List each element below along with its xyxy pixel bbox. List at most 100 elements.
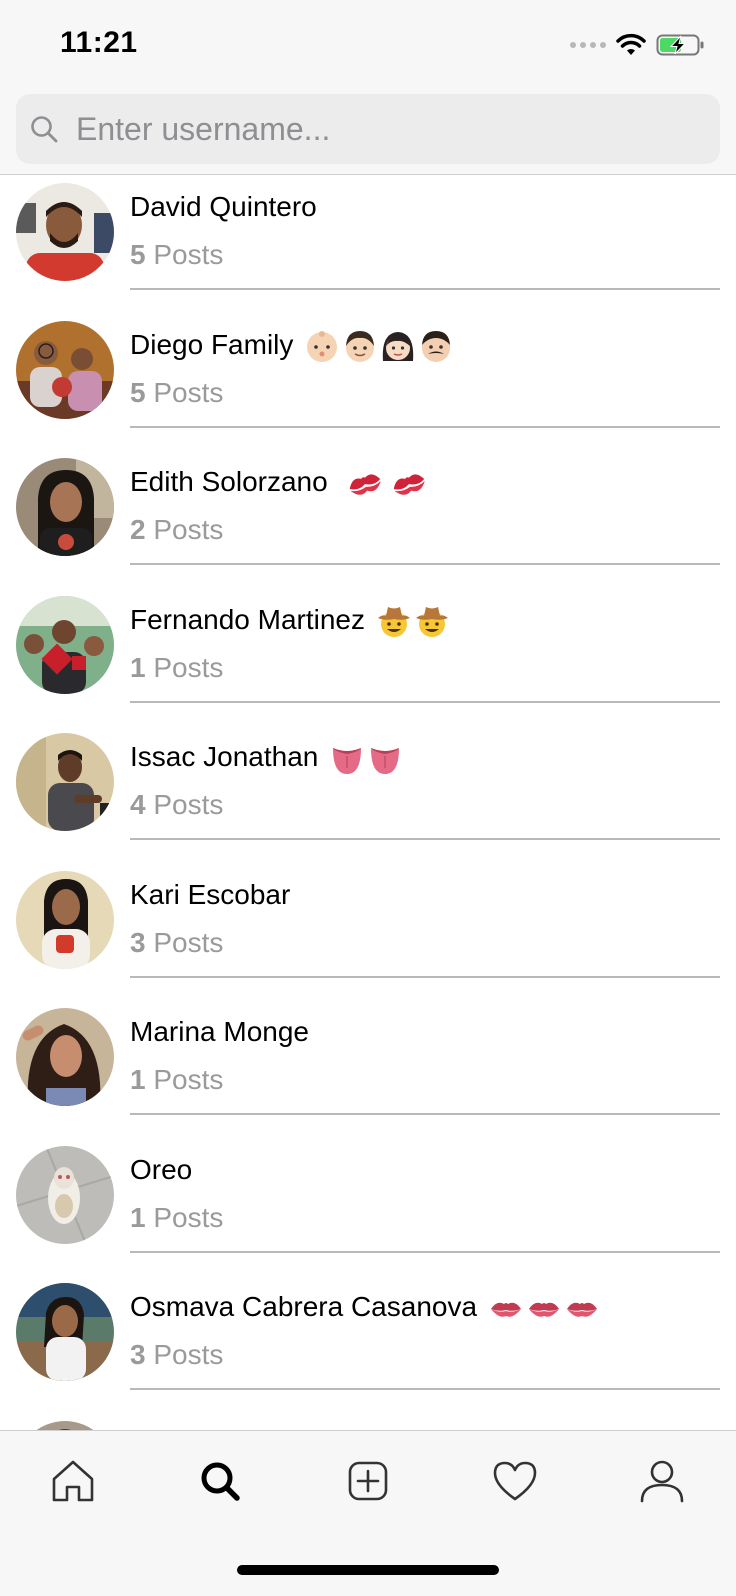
tab-home[interactable] <box>43 1451 103 1511</box>
user-name: Diego Family <box>130 329 453 364</box>
row-divider <box>130 425 720 428</box>
row-divider <box>130 700 720 703</box>
battery-charging-icon <box>656 34 704 56</box>
baby-emoji <box>307 331 338 363</box>
posts-label: Posts <box>153 1201 224 1233</box>
cellular-signal-icon <box>570 42 606 48</box>
avatar <box>16 1420 114 1430</box>
posts-label: Posts <box>153 1064 224 1095</box>
list-item[interactable]: Fernando Martinez 1 Posts <box>0 588 736 726</box>
post-count: 3 <box>130 1339 146 1370</box>
search-header <box>0 90 736 175</box>
posts-label: Posts <box>153 514 224 545</box>
status-time: 11:21 <box>60 26 138 59</box>
tab-profile[interactable] <box>632 1451 692 1511</box>
user-name: David Quintero <box>130 191 317 222</box>
row-divider <box>130 1388 720 1390</box>
user-name: Marina Monge <box>130 1016 309 1047</box>
post-count-line: 4 Posts <box>130 789 223 821</box>
post-count-line: 5 Posts <box>130 377 223 409</box>
lips-emoji <box>566 1302 597 1317</box>
post-count: 2 <box>130 514 146 545</box>
user-name: Edith Solorzano <box>130 466 429 501</box>
avatar <box>16 870 114 969</box>
profile-icon <box>640 1460 684 1503</box>
list-item[interactable]: Kari Escobar 3 Posts <box>0 863 736 1001</box>
posts-label: Posts <box>153 789 224 820</box>
lips-emoji <box>490 1302 521 1317</box>
post-count: 1 <box>130 1064 146 1095</box>
avatar <box>16 458 114 556</box>
kiss-mark-emoji <box>350 474 382 495</box>
row-divider <box>130 975 720 978</box>
post-count-line: 1 Posts <box>130 1202 223 1234</box>
avatar <box>16 1283 114 1381</box>
search-icon <box>30 114 60 144</box>
search-bar[interactable] <box>16 94 720 164</box>
list-item[interactable]: Marina Monge 1 Posts <box>0 1000 736 1138</box>
user-name: Kari Escobar <box>130 878 291 910</box>
boy-emoji <box>346 331 375 363</box>
post-count: 4 <box>130 789 146 820</box>
tongue-emoji <box>371 747 400 774</box>
list-item[interactable]: Edith Solorzano 2 Posts <box>0 450 736 588</box>
kiss-mark-emoji <box>394 474 426 495</box>
search-icon <box>201 1462 240 1501</box>
post-count: 3 <box>130 926 146 958</box>
user-name: Oreo <box>130 1153 193 1185</box>
row-divider <box>130 563 720 565</box>
woman-emoji <box>382 332 414 362</box>
post-count: 1 <box>130 651 146 683</box>
post-count: 1 <box>130 1201 146 1233</box>
post-count: 5 <box>130 239 146 270</box>
post-count-line: 3 Posts <box>130 1339 223 1371</box>
wifi-icon <box>616 33 646 55</box>
avatar <box>16 1008 114 1106</box>
post-count-line: 1 Posts <box>130 652 223 684</box>
lips-emoji <box>528 1302 559 1317</box>
status-bar: 11:21 <box>0 0 736 90</box>
tongue-emoji <box>333 747 362 774</box>
posts-label: Posts <box>153 239 224 270</box>
row-divider <box>130 1113 720 1115</box>
post-count-line: 5 Posts <box>130 239 223 271</box>
tab-search[interactable] <box>190 1451 250 1511</box>
user-name: Fernando Martinez <box>130 604 449 639</box>
list-item-partial[interactable] <box>0 1413 736 1430</box>
status-indicators <box>570 30 706 60</box>
row-divider <box>130 838 720 840</box>
home-icon <box>52 1460 94 1502</box>
post-count-line: 3 Posts <box>130 927 223 959</box>
tab-activity[interactable] <box>485 1451 545 1511</box>
tab-new-post[interactable] <box>338 1451 398 1511</box>
list-item[interactable]: David Quintero 5 Posts <box>0 175 736 313</box>
posts-label: Posts <box>153 376 224 408</box>
heart-icon <box>493 1461 537 1501</box>
man-mustache-emoji <box>422 331 451 363</box>
home-indicator <box>237 1565 499 1575</box>
list-item[interactable]: Issac Jonathan 4 Posts <box>0 725 736 863</box>
cowboy-emoji <box>415 607 448 638</box>
avatar <box>16 183 114 281</box>
user-list: David Quintero 5 Posts Diego Family 5 Po… <box>0 175 736 1430</box>
posts-label: Posts <box>153 926 224 958</box>
add-post-icon <box>348 1461 388 1501</box>
avatar <box>16 1145 114 1244</box>
username-search-input[interactable] <box>74 109 678 149</box>
cowboy-emoji <box>377 607 410 638</box>
avatar <box>16 733 114 831</box>
post-count-line: 1 Posts <box>130 1064 223 1096</box>
posts-label: Posts <box>153 651 224 683</box>
list-item[interactable]: Osmava Cabrera Casanova 3 Posts <box>0 1275 736 1413</box>
user-name: Osmava Cabrera Casanova <box>130 1291 599 1326</box>
post-count: 5 <box>130 376 146 408</box>
avatar <box>16 320 114 419</box>
user-name: Issac Jonathan <box>130 741 402 776</box>
row-divider <box>130 288 720 290</box>
avatar <box>16 595 114 694</box>
post-count-line: 2 Posts <box>130 514 223 546</box>
list-item[interactable]: Diego Family 5 Posts <box>0 313 736 451</box>
row-divider <box>130 1250 720 1253</box>
list-item[interactable]: Oreo 1 Posts <box>0 1138 736 1276</box>
posts-label: Posts <box>153 1339 224 1370</box>
